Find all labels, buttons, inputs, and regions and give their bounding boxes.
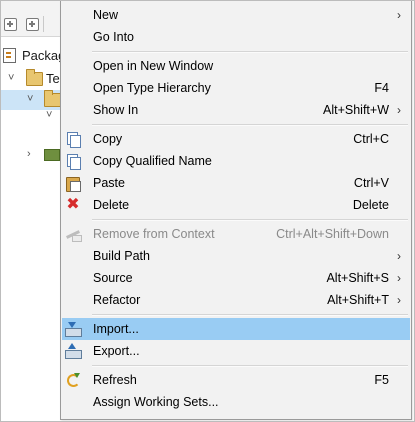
expand-twisty-icon[interactable]: ˅ — [8, 73, 18, 84]
menu-item-copy[interactable]: Copy Ctrl+C — [62, 128, 410, 150]
paste-icon — [65, 175, 81, 192]
menu-item-label: Paste — [93, 176, 125, 190]
delete-icon: ✖ — [66, 196, 80, 213]
menu-item-refactor[interactable]: Refactor Alt+Shift+T › — [62, 289, 410, 311]
menu-item-label: Delete — [93, 198, 130, 212]
menu-separator — [92, 365, 408, 367]
submenu-arrow-icon: › — [397, 8, 401, 22]
link-with-editor-icon[interactable] — [26, 18, 39, 31]
menu-item-label: Refactor — [93, 293, 141, 307]
library-icon — [44, 149, 60, 161]
menu-item-build-path[interactable]: Build Path › — [62, 245, 410, 267]
collapse-twisty-icon[interactable]: › — [27, 149, 37, 160]
remove-from-context-icon — [65, 226, 82, 242]
submenu-arrow-icon: › — [397, 293, 401, 307]
menu-item-shortcut: Alt+Shift+W — [323, 103, 389, 117]
menu-item-label: Build Path — [93, 249, 150, 263]
menu-item-open-in-new-window[interactable]: Open in New Window — [62, 55, 410, 77]
menu-item-shortcut: Alt+Shift+T — [327, 293, 389, 307]
refresh-icon — [65, 372, 81, 388]
explorer-toolbar — [0, 0, 60, 37]
menu-separator — [92, 219, 408, 221]
menu-item-copy-qualified-name[interactable]: Copy Qualified Name — [62, 150, 410, 172]
menu-item-label: Source — [93, 271, 133, 285]
context-menu: New › Go Into Open in New Window Open Ty… — [60, 0, 412, 420]
export-icon — [65, 343, 82, 359]
menu-item-delete[interactable]: ✖ Delete Delete — [62, 194, 410, 216]
menu-item-label: Copy — [93, 132, 123, 146]
import-icon — [65, 321, 82, 337]
submenu-arrow-icon: › — [397, 271, 401, 285]
menu-item-import[interactable]: Import... — [62, 318, 410, 340]
menu-item-new[interactable]: New › — [62, 4, 410, 26]
expand-twisty-icon[interactable]: ˅ — [46, 110, 56, 121]
menu-separator — [92, 51, 408, 53]
tree-row-library[interactable]: › — [0, 145, 60, 165]
copy-qualified-name-icon — [65, 153, 81, 170]
menu-item-export[interactable]: Export... — [62, 340, 410, 362]
menu-item-shortcut: F5 — [374, 373, 389, 387]
menu-item-label: Copy Qualified Name — [93, 154, 212, 168]
menu-item-refresh[interactable]: Refresh F5 — [62, 369, 410, 391]
menu-item-shortcut: Delete — [352, 198, 389, 212]
package-explorer-tab[interactable]: Package — [0, 45, 60, 67]
submenu-arrow-icon: › — [397, 103, 401, 117]
menu-item-show-in[interactable]: Show In Alt+Shift+W › — [62, 99, 410, 121]
menu-item-shortcut: Ctrl+C — [353, 132, 389, 146]
tree-row-label: Te — [46, 71, 60, 86]
menu-item-assign-working-sets[interactable]: Assign Working Sets... — [62, 391, 410, 413]
menu-item-label: Open Type Hierarchy — [93, 81, 211, 95]
menu-item-open-type-hierarchy[interactable]: Open Type Hierarchy F4 — [62, 77, 410, 99]
project-folder-icon — [26, 69, 43, 86]
menu-item-label: Export... — [93, 344, 140, 358]
menu-item-go-into[interactable]: Go Into — [62, 26, 410, 48]
menu-item-paste[interactable]: Paste Ctrl+V — [62, 172, 410, 194]
menu-item-shortcut: F4 — [374, 81, 389, 95]
copy-icon — [65, 131, 81, 148]
menu-item-source[interactable]: Source Alt+Shift+S › — [62, 267, 410, 289]
menu-item-shortcut: Ctrl+V — [353, 176, 389, 190]
source-folder-icon — [44, 90, 60, 107]
menu-item-label: Import... — [93, 322, 139, 336]
menu-item-label: Remove from Context — [93, 227, 215, 241]
tree-row-child[interactable]: ˅ — [0, 106, 60, 126]
menu-item-label: Assign Working Sets... — [93, 395, 219, 409]
expand-twisty-icon[interactable]: ˅ — [27, 94, 37, 105]
menu-item-label: Open in New Window — [93, 59, 214, 73]
submenu-arrow-icon: › — [397, 249, 401, 263]
tree-row-project[interactable]: ˅ Te — [0, 69, 60, 89]
menu-item-label: Refresh — [93, 373, 137, 387]
menu-item-shortcut: Alt+Shift+S — [326, 271, 389, 285]
menu-item-remove-from-context: Remove from Context Ctrl+Alt+Shift+Down — [62, 223, 410, 245]
menu-separator — [92, 314, 408, 316]
collapse-all-icon[interactable] — [4, 18, 17, 31]
menu-item-label: Go Into — [93, 30, 134, 44]
menu-separator — [92, 124, 408, 126]
package-explorer-panel: Package ˅ Te ˅ ˅ › — [0, 0, 60, 422]
toolbar-separator — [43, 16, 44, 32]
package-explorer-icon — [3, 48, 16, 63]
package-explorer-tab-label: Package — [22, 48, 60, 63]
menu-item-label: New — [93, 8, 119, 22]
menu-item-shortcut: Ctrl+Alt+Shift+Down — [276, 227, 389, 241]
menu-item-label: Show In — [93, 103, 139, 117]
